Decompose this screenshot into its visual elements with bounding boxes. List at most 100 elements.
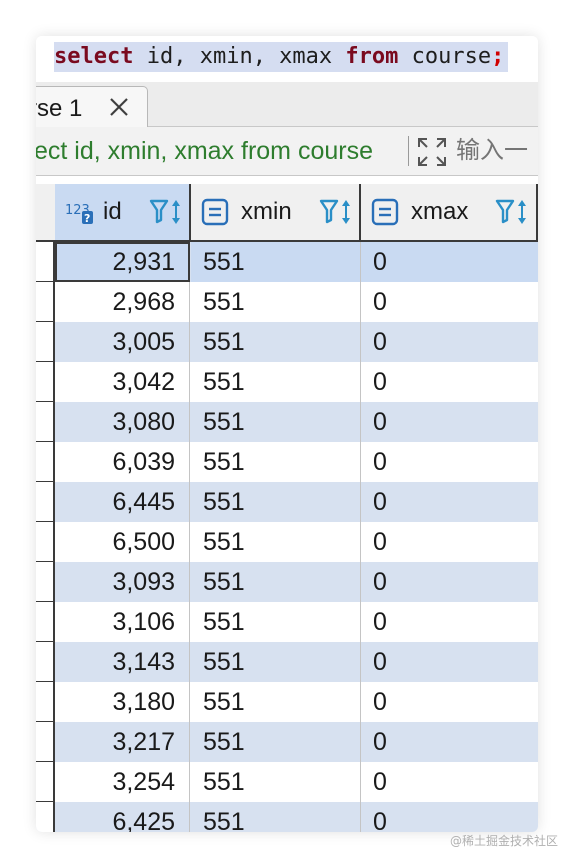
cell-id[interactable]: 6,039 <box>55 442 190 482</box>
table-row[interactable]: 6,500 551 0 <box>36 522 538 562</box>
row-number-cell[interactable] <box>36 722 55 762</box>
cell-xmin[interactable]: 551 <box>191 642 361 682</box>
cell-id[interactable]: 3,005 <box>55 322 190 362</box>
table-row[interactable]: 2,931 551 0 <box>36 242 538 282</box>
row-number-cell[interactable] <box>36 802 55 832</box>
cell-id[interactable]: 3,217 <box>55 722 190 762</box>
cell-xmin[interactable]: 551 <box>191 482 361 522</box>
cell-id[interactable]: 6,445 <box>55 482 190 522</box>
column-label-id: id <box>103 198 122 225</box>
cell-xmin[interactable]: 551 <box>191 402 361 442</box>
cell-id[interactable]: 6,425 <box>55 802 190 832</box>
query-filter-bar: ect id, xmin, xmax from course <box>36 127 538 176</box>
table-row[interactable]: 6,425 551 0 <box>36 802 538 832</box>
row-number-cell[interactable] <box>36 402 55 442</box>
cell-xmax[interactable]: 0 <box>361 642 538 682</box>
row-number-cell[interactable] <box>36 242 55 282</box>
row-number-header[interactable] <box>36 184 57 240</box>
table-row[interactable]: 3,180 551 0 <box>36 682 538 722</box>
cell-xmin[interactable]: 551 <box>191 562 361 602</box>
cell-id[interactable]: 6,500 <box>55 522 190 562</box>
table-row[interactable]: 3,080 551 0 <box>36 402 538 442</box>
row-number-cell[interactable] <box>36 602 55 642</box>
text-type-icon <box>371 198 401 226</box>
cell-xmax[interactable]: 0 <box>361 282 538 322</box>
cell-xmin[interactable]: 551 <box>191 522 361 562</box>
cell-xmax[interactable]: 0 <box>361 322 538 362</box>
filter-sort-icon[interactable] <box>495 196 531 228</box>
cell-xmin[interactable]: 551 <box>191 762 361 802</box>
table-row[interactable]: 6,039 551 0 <box>36 442 538 482</box>
cell-xmax[interactable]: 0 <box>361 682 538 722</box>
row-number-cell[interactable] <box>36 682 55 722</box>
cell-xmin[interactable]: 551 <box>191 242 361 282</box>
table-row[interactable]: 3,005 551 0 <box>36 322 538 362</box>
cell-id[interactable]: 3,143 <box>55 642 190 682</box>
svg-text:?: ? <box>84 212 90 225</box>
cell-xmin[interactable]: 551 <box>191 682 361 722</box>
filter-sort-icon[interactable] <box>149 196 185 228</box>
cell-xmax[interactable]: 0 <box>361 242 538 282</box>
cell-id[interactable]: 3,080 <box>55 402 190 442</box>
cell-id[interactable]: 2,931 <box>55 242 190 282</box>
table-row[interactable]: 3,143 551 0 <box>36 642 538 682</box>
row-number-cell[interactable] <box>36 442 55 482</box>
expand-icon[interactable] <box>416 136 448 168</box>
cell-xmin[interactable]: 551 <box>191 722 361 762</box>
row-number-cell[interactable] <box>36 282 55 322</box>
query-bar-divider <box>408 136 409 166</box>
cell-xmax[interactable]: 0 <box>361 562 538 602</box>
cell-xmax[interactable]: 0 <box>361 522 538 562</box>
cell-id[interactable]: 3,106 <box>55 602 190 642</box>
numeric-type-icon: 123 ? <box>65 198 95 226</box>
cell-xmax[interactable]: 0 <box>361 762 538 802</box>
table-row[interactable]: 2,968 551 0 <box>36 282 538 322</box>
filter-sort-icon[interactable] <box>319 196 355 228</box>
watermark-text: @稀土掘金技术社区 <box>449 834 558 848</box>
column-header-xmax[interactable]: xmax <box>361 184 538 240</box>
cell-xmin[interactable]: 551 <box>191 802 361 832</box>
table-row[interactable]: 6,445 551 0 <box>36 482 538 522</box>
sql-table-name: course <box>398 44 492 69</box>
cell-xmin[interactable]: 551 <box>191 282 361 322</box>
cell-xmax[interactable]: 0 <box>361 442 538 482</box>
cell-xmin[interactable]: 551 <box>191 362 361 402</box>
sql-editor[interactable]: select id, xmin, xmax from course; <box>36 36 538 76</box>
sql-keyword-from: from <box>345 44 399 69</box>
column-label-xmin: xmin <box>241 198 292 225</box>
table-row[interactable]: 3,217 551 0 <box>36 722 538 762</box>
dbeaver-window: select id, xmin, xmax from course; rse 1 <box>36 36 538 832</box>
cell-id[interactable]: 2,968 <box>55 282 190 322</box>
row-number-cell[interactable] <box>36 642 55 682</box>
row-number-cell[interactable] <box>36 562 55 602</box>
close-tab-icon[interactable] <box>105 93 133 121</box>
row-number-cell[interactable] <box>36 522 55 562</box>
cell-xmin[interactable]: 551 <box>191 322 361 362</box>
cell-xmin[interactable]: 551 <box>191 602 361 642</box>
table-row[interactable]: 3,042 551 0 <box>36 362 538 402</box>
cell-id[interactable]: 3,042 <box>55 362 190 402</box>
cell-xmax[interactable]: 0 <box>361 602 538 642</box>
filter-input[interactable] <box>456 136 538 166</box>
row-number-cell[interactable] <box>36 322 55 362</box>
row-number-cell[interactable] <box>36 482 55 522</box>
sql-statement-line[interactable]: select id, xmin, xmax from course; <box>54 42 509 72</box>
table-row[interactable]: 3,106 551 0 <box>36 602 538 642</box>
column-header-xmin[interactable]: xmin <box>191 184 361 240</box>
cell-xmax[interactable]: 0 <box>361 802 538 832</box>
cell-xmax[interactable]: 0 <box>361 402 538 442</box>
result-tab[interactable]: rse 1 <box>36 86 148 127</box>
column-header-id[interactable]: 123 ? id <box>55 184 191 240</box>
cell-xmax[interactable]: 0 <box>361 722 538 762</box>
row-number-cell[interactable] <box>36 362 55 402</box>
cell-xmax[interactable]: 0 <box>361 362 538 402</box>
active-query-text: ect id, xmin, xmax from course <box>36 137 373 165</box>
table-row[interactable]: 3,254 551 0 <box>36 762 538 802</box>
row-number-cell[interactable] <box>36 762 55 802</box>
cell-id[interactable]: 3,254 <box>55 762 190 802</box>
cell-id[interactable]: 3,180 <box>55 682 190 722</box>
table-row[interactable]: 3,093 551 0 <box>36 562 538 602</box>
cell-xmin[interactable]: 551 <box>191 442 361 482</box>
cell-xmax[interactable]: 0 <box>361 482 538 522</box>
cell-id[interactable]: 3,093 <box>55 562 190 602</box>
